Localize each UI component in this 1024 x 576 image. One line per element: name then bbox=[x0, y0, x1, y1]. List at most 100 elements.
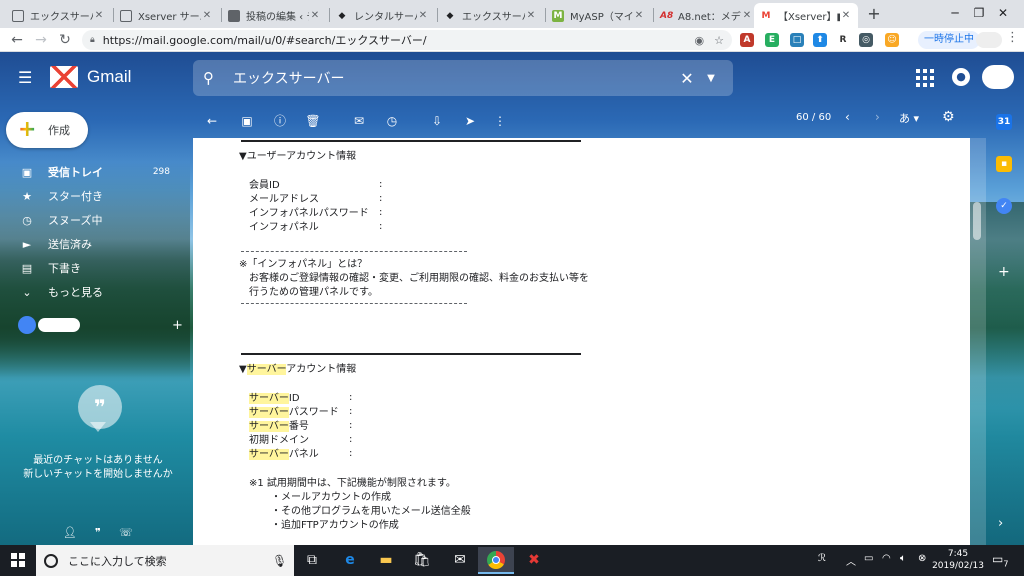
browser-tab[interactable]: A8 A8.net：メディア ✕ bbox=[654, 3, 759, 28]
back-to-list-icon[interactable]: ← bbox=[203, 112, 221, 130]
sidebar-item-snoozed[interactable]: ◷ スヌーズ中 bbox=[0, 209, 190, 231]
hangouts-user-row[interactable]: + bbox=[18, 314, 183, 336]
people-icon[interactable]: ℛ bbox=[818, 553, 826, 564]
browser-tab[interactable]: ◆ エックスサーバー： ✕ bbox=[438, 3, 543, 28]
reload-button[interactable]: ↻ bbox=[54, 29, 76, 51]
system-clock[interactable]: 7:45 2019/02/13 bbox=[930, 548, 986, 572]
close-icon[interactable]: ✕ bbox=[309, 10, 321, 21]
field-label: サーバーパスワード bbox=[249, 407, 339, 418]
new-tab-button[interactable]: + bbox=[864, 3, 884, 25]
input-tools-button[interactable]: あ ▾ bbox=[899, 110, 919, 126]
extension-icon[interactable]: ◎ bbox=[859, 33, 873, 47]
pager-count: 60 / 60 bbox=[796, 112, 832, 123]
windows-start-icon[interactable] bbox=[11, 553, 25, 567]
task-view-icon[interactable]: ⧉ bbox=[294, 547, 330, 574]
close-icon[interactable]: ✕ bbox=[201, 10, 213, 21]
mail-search-bar[interactable]: ⚲ エックスサーバー ✕ ▼ bbox=[193, 60, 733, 96]
account-avatar[interactable] bbox=[982, 65, 1014, 89]
extension-icon[interactable]: A bbox=[740, 33, 754, 47]
file-explorer-icon[interactable]: ▬ bbox=[368, 547, 404, 574]
store-icon[interactable]: 🛍︎ bbox=[404, 547, 440, 574]
extension-icon[interactable]: □ bbox=[790, 33, 804, 47]
gmail-logo[interactable]: Gmail bbox=[50, 66, 131, 88]
browser-tab[interactable]: Xserver サーバー ✕ bbox=[114, 3, 219, 28]
search-options-icon[interactable]: ▼ bbox=[699, 73, 723, 84]
extension-icon[interactable]: ⬆ bbox=[813, 33, 827, 47]
xmind-icon[interactable]: ✖ bbox=[516, 547, 552, 574]
sidebar-item-drafts[interactable]: ▤ 下書き bbox=[0, 257, 190, 279]
add-chat-icon[interactable]: + bbox=[172, 318, 183, 333]
keep-icon[interactable]: ▪ bbox=[996, 156, 1012, 172]
sidebar-item-inbox[interactable]: ▣ 受信トレイ 298 bbox=[0, 161, 190, 183]
main-menu-icon[interactable]: ☰ bbox=[18, 68, 36, 88]
wifi-icon[interactable]: ◠ bbox=[882, 553, 891, 564]
browser-tab[interactable]: ◆ レンタルサーバー ✕ bbox=[330, 3, 435, 28]
eye-icon[interactable]: ◉ bbox=[695, 34, 705, 47]
label-icon[interactable]: ➤ bbox=[461, 112, 479, 130]
diamond-icon: ◆ bbox=[338, 10, 346, 21]
extension-icon[interactable]: ☺ bbox=[885, 33, 899, 47]
show-hidden-icons[interactable]: ︿ bbox=[846, 553, 856, 568]
microphone-icon[interactable]: 🎙︎ bbox=[272, 554, 294, 568]
close-icon[interactable]: ✕ bbox=[741, 10, 753, 21]
section-heading-server-account: ▼サーバーアカウント情報 bbox=[239, 364, 357, 375]
battery-icon[interactable]: ▭ bbox=[864, 553, 873, 564]
chevron-left-icon[interactable]: ‹ bbox=[845, 110, 850, 124]
address-bar[interactable]: 🔒︎ https://mail.google.com/mail/u/0/#sea… bbox=[82, 30, 732, 50]
back-button[interactable]: ← bbox=[6, 29, 28, 51]
evernote-icon[interactable]: E bbox=[765, 33, 779, 47]
edge-icon[interactable]: e bbox=[332, 547, 368, 574]
snooze-icon[interactable]: ◷ bbox=[383, 112, 401, 130]
move-to-icon[interactable]: ⇩ bbox=[428, 112, 446, 130]
browser-tab[interactable]: エックスサーバー： ✕ bbox=[6, 3, 111, 28]
mark-unread-icon[interactable]: ✉ bbox=[350, 112, 368, 130]
bookmark-star-icon[interactable]: ☆ bbox=[714, 34, 724, 47]
person-icon[interactable]: 👤︎ bbox=[56, 526, 84, 539]
phone-icon[interactable]: ☏ bbox=[112, 526, 140, 539]
action-center-icon[interactable]: ▭7 bbox=[992, 552, 1008, 568]
close-icon[interactable]: ✕ bbox=[417, 10, 429, 21]
archive-icon[interactable]: ▣ bbox=[238, 112, 256, 130]
browser-tab-active[interactable]: M 【Xserver】■重 ✕ bbox=[754, 3, 858, 28]
browser-tab[interactable]: 投稿の編集 ‹ デ ✕ bbox=[222, 3, 327, 28]
delete-icon[interactable]: 🗑︎ bbox=[304, 112, 322, 130]
close-icon[interactable]: ✕ bbox=[633, 10, 645, 21]
search-icon[interactable]: ⚲ bbox=[203, 69, 225, 87]
close-icon[interactable]: ✕ bbox=[840, 10, 852, 21]
clear-search-icon[interactable]: ✕ bbox=[675, 69, 699, 88]
calendar-icon[interactable]: 31 bbox=[996, 114, 1012, 130]
status-icon[interactable]: ⊗ bbox=[918, 553, 926, 564]
chrome-icon[interactable] bbox=[478, 547, 514, 574]
compose-button[interactable]: + 作成 bbox=[6, 112, 88, 148]
extension-icon[interactable]: R bbox=[836, 33, 850, 47]
mail-icon[interactable]: ✉ bbox=[442, 547, 478, 574]
sidebar-item-more[interactable]: ⌄ もっと見る bbox=[0, 281, 190, 303]
sidebar-item-starred[interactable]: ★ スター付き bbox=[0, 185, 190, 207]
chevron-right-icon[interactable]: › bbox=[875, 110, 880, 124]
sync-paused-button[interactable]: 一時停止中 bbox=[918, 31, 980, 49]
report-spam-icon[interactable]: ⓘ bbox=[271, 112, 289, 130]
get-addons-icon[interactable]: + bbox=[998, 264, 1010, 280]
search-input[interactable]: エックスサーバー bbox=[233, 68, 675, 88]
more-options-icon[interactable]: ⋮ bbox=[491, 112, 509, 130]
google-apps-icon[interactable] bbox=[916, 69, 934, 87]
scrollbar-thumb[interactable] bbox=[973, 202, 981, 240]
gear-icon[interactable]: ⚙ bbox=[942, 109, 955, 125]
close-icon[interactable]: ✕ bbox=[93, 10, 105, 21]
sidebar-item-sent[interactable]: ► 送信済み bbox=[0, 233, 190, 255]
profile-avatar[interactable] bbox=[976, 32, 1002, 48]
close-window-button[interactable]: ✕ bbox=[980, 0, 1024, 28]
taskbar-search[interactable]: ここに入力して検索 🎙︎ bbox=[36, 545, 294, 576]
volume-icon[interactable]: 🔈︎ bbox=[900, 553, 906, 564]
show-side-panel-icon[interactable]: › bbox=[998, 516, 1003, 531]
notifications-icon[interactable]: ● bbox=[952, 68, 970, 86]
cortana-icon bbox=[44, 553, 58, 568]
browser-menu-icon[interactable]: ⋮ bbox=[1006, 30, 1019, 45]
browser-tab[interactable]: M MyASP（マイス ✕ bbox=[546, 3, 651, 28]
close-icon[interactable]: ✕ bbox=[525, 10, 537, 21]
page-icon bbox=[12, 9, 24, 22]
hangouts-icon[interactable]: ❞ bbox=[84, 526, 112, 539]
message-scrollbar[interactable] bbox=[970, 138, 986, 545]
tasks-icon[interactable]: ✓ bbox=[996, 198, 1012, 214]
forward-button[interactable]: → bbox=[30, 29, 52, 51]
